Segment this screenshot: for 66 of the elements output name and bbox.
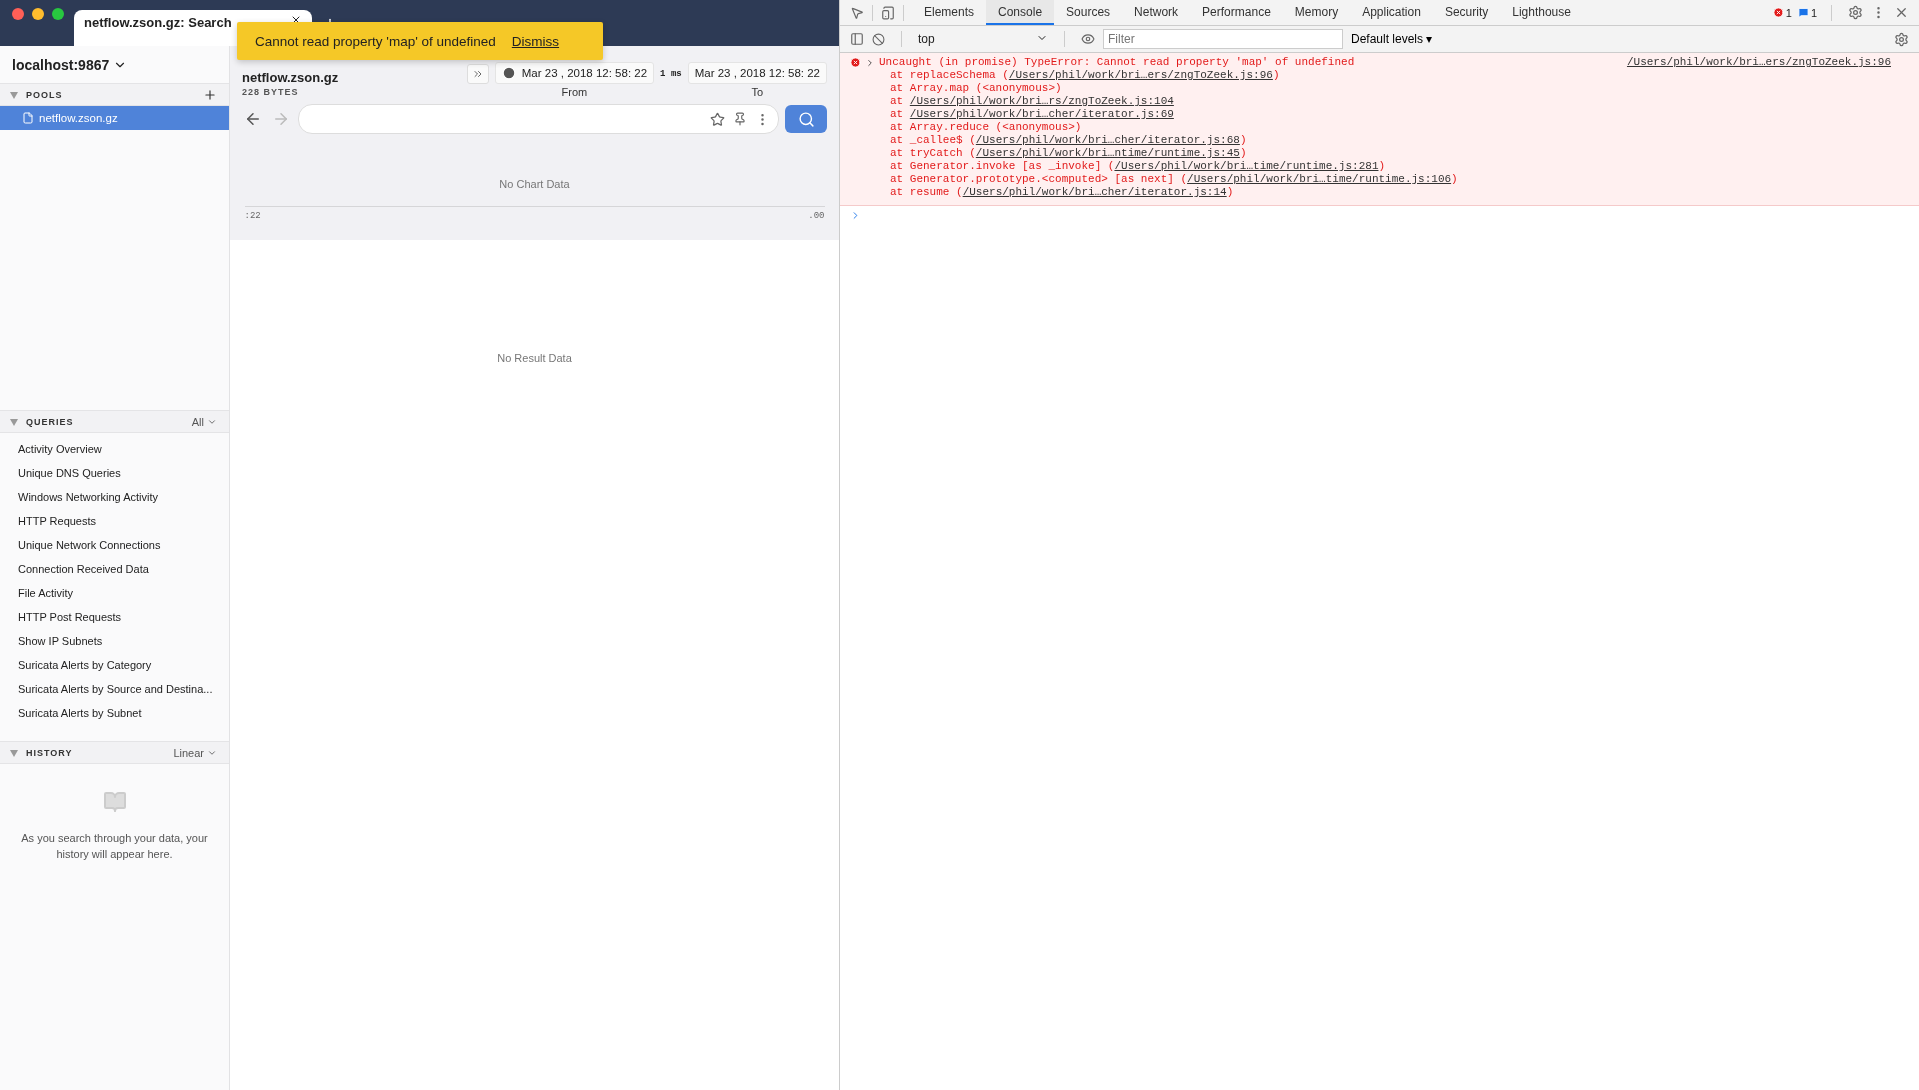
stack-frame: at Generator.invoke [as _invoke] (/Users/phil/work/bri…time/runtime.js:281) <box>850 160 1891 173</box>
devtools-tab[interactable]: Elements <box>912 0 987 25</box>
query-item[interactable]: Suricata Alerts by Source and Destina... <box>0 677 229 701</box>
stack-frame: at /Users/phil/work/bri…rs/zngToZeek.js:104 <box>850 95 1891 108</box>
devtools-tab[interactable]: Sources <box>1054 0 1123 25</box>
axis-label: .00 <box>808 211 825 221</box>
source-link[interactable]: /Users/phil/work/bri…rs/zngToZeek.js:104 <box>909 95 1174 107</box>
error-count-badge[interactable]: 1 <box>1772 6 1792 19</box>
query-item[interactable]: Unique DNS Queries <box>0 461 229 485</box>
query-item[interactable]: HTTP Requests <box>0 509 229 533</box>
axis-label: :22 <box>244 211 261 221</box>
levels-dropdown[interactable]: Default levels ▾ <box>1351 32 1433 46</box>
devtools-tab[interactable]: Performance <box>1190 0 1283 25</box>
pool-item[interactable]: netflow.zson.gz <box>0 106 229 130</box>
query-item[interactable]: Activity Overview <box>0 437 229 461</box>
error-text: Uncaught (in promise) TypeError: Cannot read property 'map' of undefined <box>879 56 1355 69</box>
filter-dropdown[interactable]: All <box>191 415 217 428</box>
message-count-badge[interactable]: 1 <box>1797 6 1817 19</box>
query-item[interactable]: Show IP Subnets <box>0 629 229 653</box>
pool-size: 228 BYTES <box>242 87 300 97</box>
query-item[interactable]: Connection Received Data <box>0 557 229 581</box>
devtools-tab[interactable]: Security <box>1432 0 1501 25</box>
devtools-tab[interactable]: Memory <box>1282 0 1351 25</box>
context-dropdown[interactable]: top <box>918 32 1048 46</box>
empty-results-message: No Result Data <box>497 352 572 366</box>
to-label: To <box>751 86 764 98</box>
devtools-tab[interactable]: Network <box>1122 0 1191 25</box>
mode-dropdown[interactable]: Linear <box>173 746 217 759</box>
source-link[interactable]: /Users/phil/work/bri…cher/iterator.js:14 <box>962 186 1227 198</box>
pool-title: netflow.zson.gz <box>242 70 339 85</box>
query-item[interactable]: File Activity <box>0 581 229 605</box>
section-title: POOLS <box>26 89 63 100</box>
source-link[interactable]: /Users/phil/work/bri…time/runtime.js:281 <box>1114 160 1379 172</box>
stack-frame: at /Users/phil/work/bri…cher/iterator.js:69 <box>850 108 1891 121</box>
source-link[interactable]: /Users/phil/work/bri…time/runtime.js:106 <box>1187 173 1452 185</box>
stack-frame: at resume (/Users/phil/work/bri…cher/iterator.js:14) <box>850 186 1891 199</box>
from-date-button[interactable]: Mar 23 , 2018 12: 58: 22 <box>494 62 655 84</box>
stack-frame: at replaceSchema (/Users/phil/work/bri…ers/zngToZeek.js:96) <box>850 69 1891 82</box>
empty-history-message: As you search through your data, your history will appear here. <box>20 831 209 862</box>
source-link[interactable]: /Users/phil/work/bri…ntime/runtime.js:45 <box>975 147 1240 159</box>
stack-frame: at Generator.prototype.<computed> [as next] (/Users/phil/work/bri…time/runtime.js:106) <box>850 173 1891 186</box>
stack-frame: at _callee$ (/Users/phil/work/bri…cher/iterator.js:68) <box>850 134 1891 147</box>
dismiss-link[interactable]: Dismiss <box>511 33 560 49</box>
workspace-selector[interactable]: localhost:9867 <box>0 46 229 83</box>
duration-label: 1 ms <box>660 69 682 79</box>
query-item[interactable]: HTTP Post Requests <box>0 605 229 629</box>
source-link[interactable]: /Users/phil/work/bri…cher/iterator.js:69 <box>909 108 1174 120</box>
stack-frame: at tryCatch (/Users/phil/work/bri…ntime/runtime.js:45) <box>850 147 1891 160</box>
query-item[interactable]: Unique Network Connections <box>0 533 229 557</box>
source-link[interactable]: /Users/phil/work/bri…ers/zngToZeek.js:96 <box>1626 56 1891 69</box>
stack-frame: at Array.map (<anonymous>) <box>850 82 1891 95</box>
section-title: QUERIES <box>26 416 74 427</box>
query-item[interactable]: Suricata Alerts by Category <box>0 653 229 677</box>
devtools-tab[interactable]: Console <box>986 0 1055 25</box>
source-link[interactable]: /Users/phil/work/bri…cher/iterator.js:68 <box>975 134 1240 146</box>
from-label: From <box>561 86 588 98</box>
query-item[interactable]: Windows Networking Activity <box>0 485 229 509</box>
filter-field[interactable]: Filter <box>1103 29 1343 49</box>
section-title: HISTORY <box>26 747 73 758</box>
devtools-tab[interactable]: Application <box>1350 0 1433 25</box>
to-date-button[interactable]: Mar 23 , 2018 12: 58: 22 <box>687 62 827 84</box>
stack-frame: at Array.reduce (<anonymous>) <box>850 121 1891 134</box>
source-link[interactable]: /Users/phil/work/bri…ers/zngToZeek.js:96 <box>1008 69 1273 81</box>
devtools-tab[interactable]: Lighthouse <box>1500 0 1583 25</box>
query-item[interactable]: Suricata Alerts by Subnet <box>0 701 229 725</box>
empty-chart-message: No Chart Data <box>499 178 570 190</box>
